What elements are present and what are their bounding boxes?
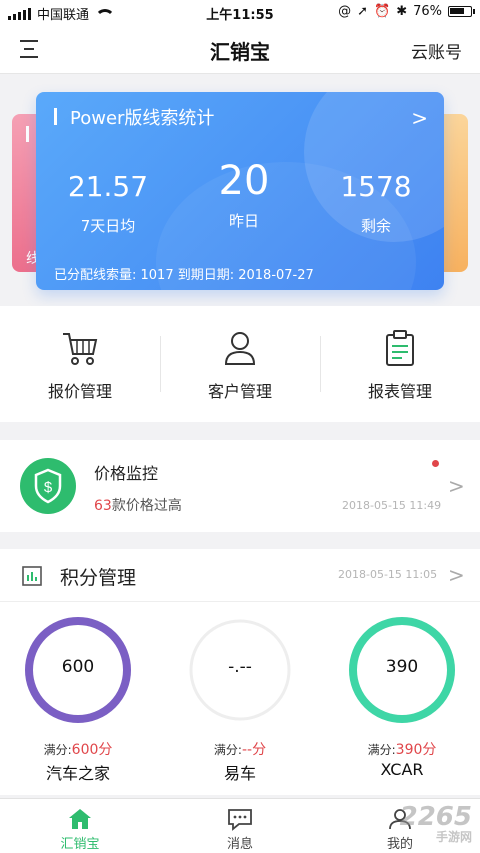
- quote-management-button[interactable]: 报价管理: [0, 306, 160, 422]
- chevron-right-icon: >: [448, 563, 465, 587]
- site-watermark: 2265 手游网: [399, 802, 472, 844]
- stat-label: 7天日均: [80, 217, 136, 235]
- points-timestamp: 2018-05-15 11:05: [338, 568, 438, 581]
- shopping-cart-icon: [63, 333, 98, 365]
- stat-value: 21.57: [67, 170, 149, 203]
- points-gauge-xcar[interactable]: 390 满分:390分 XCAR: [342, 615, 462, 779]
- quick-menu: 报价管理 客户管理 报表管理: [0, 306, 480, 422]
- person-icon: [224, 332, 256, 365]
- price-monitor-row[interactable]: $ 价格监控 63款价格过高 2018-05-15 11:49 >: [0, 440, 480, 532]
- bar-chart-icon: [22, 566, 42, 586]
- stat-daily-average: 21.57 7天日均: [40, 170, 176, 236]
- home-icon: [69, 809, 91, 829]
- chevron-right-icon[interactable]: >: [411, 106, 428, 130]
- battery-percent: 76%: [413, 4, 442, 19]
- message-icon: [228, 809, 252, 831]
- shield-dollar-icon: $: [20, 458, 76, 514]
- card-title-bar: [54, 108, 57, 125]
- lock-rotation-icon: @: [338, 4, 352, 19]
- quick-label: 客户管理: [207, 382, 272, 401]
- tab-label: 消息: [226, 837, 253, 852]
- points-title: 积分管理: [60, 567, 137, 589]
- gauge-name: XCAR: [380, 760, 424, 779]
- card-title: Power版线索统计: [70, 108, 215, 129]
- unread-dot: [432, 460, 439, 467]
- gauge-value: 390: [385, 657, 419, 677]
- nav-bar: 汇销宝 云账号: [0, 26, 480, 74]
- svg-text:$: $: [44, 479, 53, 496]
- monitor-count: 63: [94, 498, 112, 514]
- stat-label: 剩余: [360, 217, 391, 235]
- status-right: @ ➚ ⏰ ✱ 76%: [338, 4, 475, 19]
- card-carousel[interactable]: 线 Power版线索统计 > 21.57 7天日均 20 昨日 1578 剩余 …: [0, 74, 480, 306]
- gauge-value: 600: [61, 657, 95, 677]
- points-gauge-autohome[interactable]: 600 满分:600分 汽车之家: [18, 615, 138, 784]
- lead-stats-card[interactable]: Power版线索统计 > 21.57 7天日均 20 昨日 1578 剩余 已分…: [36, 92, 444, 290]
- bluetooth-icon: ✱: [396, 4, 408, 19]
- monitor-suffix: 款价格过高: [111, 498, 182, 514]
- chevron-right-icon: >: [448, 474, 465, 498]
- monitor-title: 价格监控: [94, 464, 159, 483]
- gauge-name: 易车: [223, 764, 256, 783]
- gauge-max: 满分:390分: [367, 742, 437, 758]
- alarm-icon: ⏰: [374, 4, 391, 19]
- status-bar: 中国联通 上午11:55 @ ➚ ⏰ ✱ 76%: [0, 0, 480, 26]
- stat-yesterday: 20 昨日: [176, 158, 312, 231]
- stat-label: 昨日: [228, 212, 259, 230]
- tab-label: 汇销宝: [60, 837, 100, 852]
- quick-label: 报价管理: [47, 382, 112, 401]
- points-management-section: 积分管理 2018-05-15 11:05 > 600 满分:600分 汽车之家…: [0, 549, 480, 795]
- stat-value: 1578: [340, 170, 412, 203]
- points-gauge-yiche[interactable]: -.-- 满分:--分 易车: [180, 615, 300, 784]
- tab-home[interactable]: 汇销宝: [0, 799, 160, 853]
- location-icon: ➚: [357, 4, 368, 19]
- card-footer: 已分配线索量: 1017 到期日期: 2018-07-27: [54, 268, 314, 283]
- cloud-account-button[interactable]: 云账号: [411, 38, 462, 63]
- stat-value: 20: [218, 158, 270, 204]
- points-header[interactable]: 积分管理 2018-05-15 11:05 >: [0, 549, 480, 602]
- gauge-name: 汽车之家: [45, 764, 110, 783]
- clipboard-icon: [386, 330, 414, 366]
- page-title: 汇销宝: [210, 40, 270, 64]
- customer-management-button[interactable]: 客户管理: [160, 306, 320, 422]
- report-management-button[interactable]: 报表管理: [320, 306, 480, 422]
- monitor-timestamp: 2018-05-15 11:49: [342, 499, 442, 512]
- battery-fill: [450, 8, 464, 14]
- stat-remaining: 1578 剩余: [308, 170, 444, 236]
- tab-messages[interactable]: 消息: [160, 799, 320, 853]
- gauge-max: 满分:--分: [213, 742, 267, 758]
- monitor-subtitle: 63款价格过高: [94, 495, 182, 515]
- quick-label: 报表管理: [367, 382, 432, 401]
- gauge-max: 满分:600分: [43, 742, 113, 758]
- gauge-value: -.--: [228, 657, 252, 677]
- battery-icon: [448, 6, 475, 17]
